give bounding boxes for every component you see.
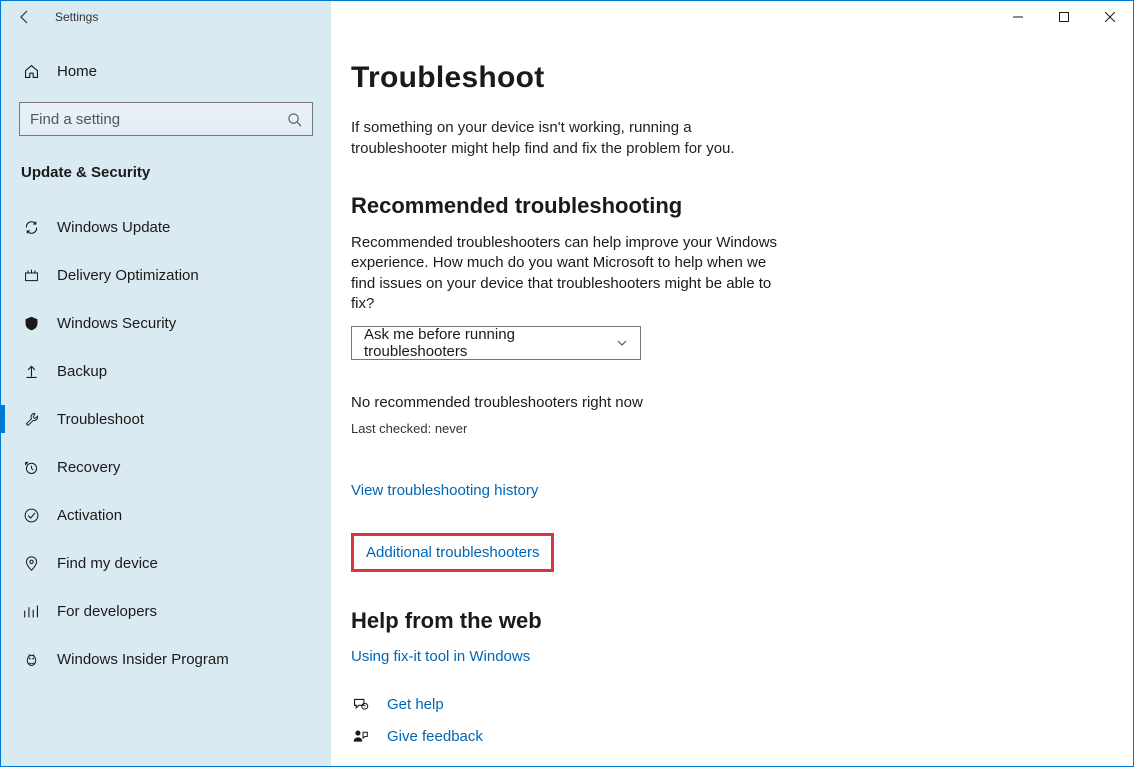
feedback-icon (351, 727, 369, 745)
search-box[interactable] (19, 102, 313, 136)
sidebar-item-label: Troubleshoot (57, 411, 144, 428)
sidebar-item-recovery[interactable]: Recovery (1, 443, 331, 491)
sidebar-item-label: Backup (57, 363, 107, 380)
sidebar-item-activation[interactable]: Activation (1, 491, 331, 539)
location-icon (21, 555, 41, 572)
sidebar-item-backup[interactable]: Backup (1, 347, 331, 395)
sidebar-item-for-developers[interactable]: For developers (1, 587, 331, 635)
search-input[interactable] (30, 111, 287, 128)
chevron-down-icon (616, 337, 628, 349)
titlebar: Settings (1, 1, 1133, 33)
bug-icon (21, 651, 41, 668)
status-text: No recommended troubleshooters right now (351, 394, 851, 411)
maximize-button[interactable] (1041, 1, 1087, 33)
sidebar-item-label: For developers (57, 603, 157, 620)
svg-text:?: ? (363, 703, 366, 708)
sidebar-item-windows-update[interactable]: Windows Update (1, 203, 331, 251)
home-nav[interactable]: Home (1, 53, 331, 90)
nav-list: Windows Update Delivery Optimization Win… (1, 203, 331, 683)
intro-text: If something on your device isn't workin… (351, 117, 781, 159)
sidebar-item-windows-security[interactable]: Windows Security (1, 299, 331, 347)
sidebar-item-label: Windows Security (57, 315, 176, 332)
dev-icon (21, 603, 41, 620)
sidebar-item-delivery-optimization[interactable]: Delivery Optimization (1, 251, 331, 299)
category-heading: Update & Security (1, 146, 331, 203)
check-circle-icon (21, 507, 41, 524)
get-help-link: Get help (387, 696, 444, 713)
back-button[interactable] (1, 1, 49, 33)
chat-icon: ? (351, 695, 369, 713)
sync-icon (21, 219, 41, 236)
window-controls (995, 1, 1133, 33)
sidebar: Home Update & Security Windows Update (1, 33, 331, 766)
sidebar-item-label: Recovery (57, 459, 120, 476)
sidebar-item-label: Activation (57, 507, 122, 524)
sidebar-item-label: Windows Insider Program (57, 651, 229, 668)
recommended-heading: Recommended troubleshooting (351, 193, 851, 219)
give-feedback-link: Give feedback (387, 728, 483, 745)
give-feedback-row[interactable]: Give feedback (351, 727, 851, 745)
sidebar-item-label: Find my device (57, 555, 158, 572)
wrench-icon (21, 411, 41, 428)
home-icon (21, 63, 41, 80)
close-button[interactable] (1087, 1, 1133, 33)
last-checked-text: Last checked: never (351, 421, 851, 436)
delivery-icon (21, 267, 41, 284)
backup-icon (21, 363, 41, 380)
page-title: Troubleshoot (351, 61, 851, 95)
troubleshoot-preference-dropdown[interactable]: Ask me before running troubleshooters (351, 326, 641, 360)
minimize-button[interactable] (995, 1, 1041, 33)
sidebar-item-label: Delivery Optimization (57, 267, 199, 284)
additional-troubleshooters-highlight: Additional troubleshooters (351, 533, 554, 572)
get-help-row[interactable]: ? Get help (351, 695, 851, 713)
sidebar-item-troubleshoot[interactable]: Troubleshoot (1, 395, 331, 443)
shield-icon (21, 315, 41, 332)
recommended-desc: Recommended troubleshooters can help imp… (351, 233, 781, 314)
sidebar-item-find-my-device[interactable]: Find my device (1, 539, 331, 587)
dropdown-value: Ask me before running troubleshooters (364, 326, 616, 360)
sidebar-item-insider[interactable]: Windows Insider Program (1, 635, 331, 683)
main-panel: Troubleshoot If something on your device… (331, 33, 1133, 766)
additional-troubleshooters-link[interactable]: Additional troubleshooters (366, 544, 539, 561)
search-icon (287, 112, 302, 127)
history-link[interactable]: View troubleshooting history (351, 482, 538, 499)
window-title: Settings (55, 10, 98, 24)
fixit-link[interactable]: Using fix-it tool in Windows (351, 648, 530, 665)
sidebar-item-label: Windows Update (57, 219, 170, 236)
home-label: Home (57, 63, 97, 80)
help-heading: Help from the web (351, 608, 851, 634)
recovery-icon (21, 459, 41, 476)
